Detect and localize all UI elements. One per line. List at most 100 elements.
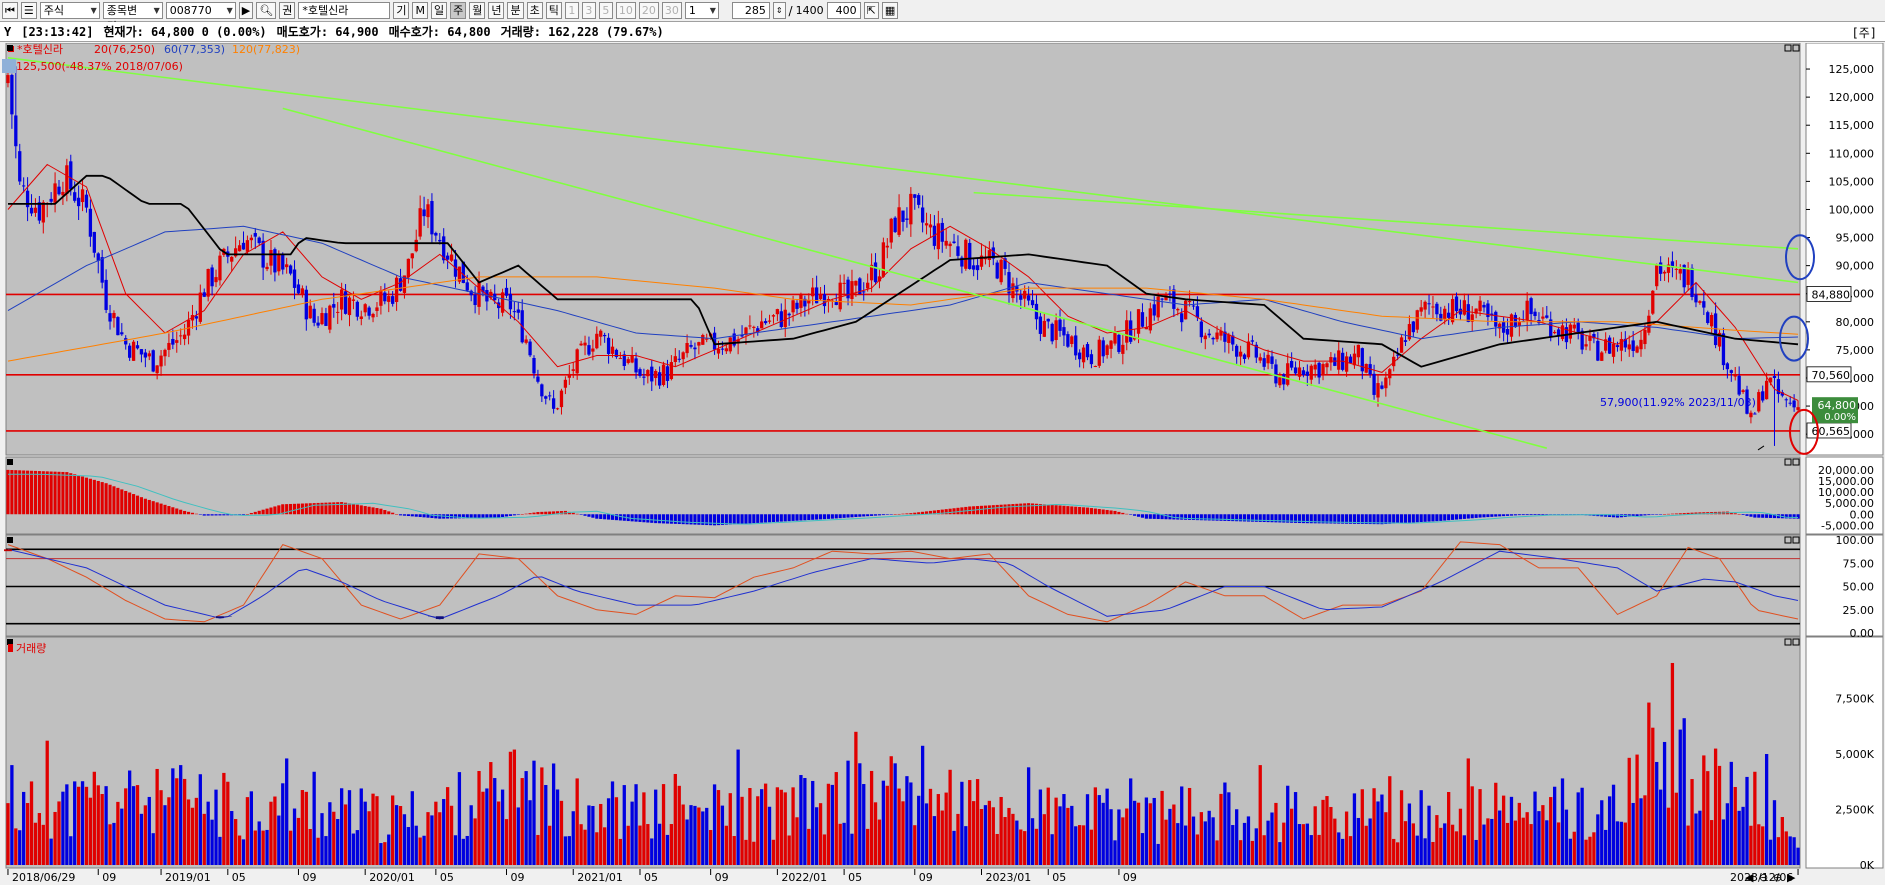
macd-bar	[1745, 514, 1749, 516]
macd-bar	[893, 514, 897, 515]
candle-body	[775, 309, 780, 315]
interval-select[interactable]: 1	[684, 2, 719, 19]
volume-bar	[57, 801, 61, 865]
macd-bar	[540, 511, 544, 515]
volume-bar	[508, 751, 513, 865]
scroll-control-icon[interactable]: ⊖	[1759, 871, 1768, 884]
period-button-3[interactable]: 주	[450, 2, 467, 19]
interval-button-5[interactable]: 30	[661, 2, 682, 19]
volume-bar	[73, 781, 77, 865]
calendar-icon[interactable]: ▦	[881, 2, 899, 19]
candle-body	[426, 204, 430, 218]
volume-bar	[281, 783, 285, 865]
volume-bar	[218, 836, 222, 865]
candle-body	[720, 348, 725, 350]
period-button-5[interactable]: 년	[488, 2, 505, 19]
volume-bar	[567, 836, 571, 865]
volume-bar	[131, 786, 136, 865]
search-icon[interactable]: 🔍︎	[256, 2, 277, 19]
volume-bar	[210, 819, 214, 865]
interval-button-0[interactable]: 1	[564, 2, 579, 19]
volume-bar	[544, 785, 548, 865]
volume-bar	[803, 778, 807, 865]
macd-bar	[881, 514, 885, 516]
candle-body	[194, 316, 199, 319]
interval-button-2[interactable]: 5	[598, 2, 613, 19]
macd-bar	[1019, 503, 1023, 515]
volume-bar	[320, 813, 324, 865]
interval-button-1[interactable]: 3	[581, 2, 596, 19]
candle-body	[1737, 375, 1741, 395]
volume-bar	[1337, 832, 1341, 865]
macd-bar	[897, 513, 901, 515]
scroll-control-icon[interactable]: ⊕	[1773, 871, 1782, 884]
macd-bar	[194, 513, 198, 515]
macd-bar	[414, 514, 418, 517]
count-input[interactable]: 285	[731, 2, 770, 19]
filter-icon[interactable]: Y	[4, 25, 11, 39]
stock-name-field[interactable]: *호텔신라	[298, 2, 391, 19]
nav-first-icon[interactable]: ⏮	[2, 2, 18, 19]
candle-body	[1105, 345, 1109, 355]
change-item-select[interactable]: 종목변경	[102, 2, 163, 33]
macd-bar	[858, 514, 862, 517]
candle-body	[1376, 383, 1380, 398]
volume-bar	[548, 825, 552, 865]
candle-body	[1380, 385, 1384, 389]
scroll-control-icon[interactable]: ◀	[1745, 871, 1754, 884]
volume-bar	[866, 828, 870, 865]
current-change-label: 0.00%	[1824, 412, 1856, 423]
volume-bar	[614, 797, 619, 865]
volume-bar	[940, 810, 944, 865]
volume-bar	[504, 819, 509, 865]
macd-bar	[1757, 514, 1761, 518]
search-label[interactable]: 권	[279, 2, 296, 19]
interval-button-4[interactable]: 20	[638, 2, 659, 19]
volume-bar	[343, 804, 348, 865]
chart-area[interactable]: 60,00065,00070,00075,00080,00085,00090,0…	[0, 43, 1885, 885]
play-icon[interactable]: ▶	[238, 2, 254, 19]
volume-bar	[1427, 805, 1431, 865]
period-button-4[interactable]: 월	[469, 2, 486, 19]
volume-bar	[1686, 825, 1690, 865]
macd-bar	[45, 471, 49, 515]
apply-icon[interactable]: ⇱	[863, 2, 879, 19]
volume-bar	[1372, 788, 1376, 865]
volume-bar	[1505, 822, 1510, 865]
display-count-input[interactable]: 400	[826, 2, 861, 19]
info-bar: Y [23:13:42] 현재가: 64,800 0 (0.00%) 매도호가:…	[0, 22, 1885, 42]
macd-bar	[736, 514, 740, 525]
candle-body	[1651, 290, 1655, 314]
price-y-tick: 105,000	[1829, 175, 1875, 188]
volume-bar	[1753, 771, 1757, 865]
volume-bar	[1046, 787, 1050, 865]
candle-body	[767, 320, 772, 322]
candle-body	[685, 342, 689, 354]
macd-bar	[1435, 514, 1439, 522]
chart-settings-icon[interactable]: ☰	[20, 2, 37, 19]
period-button-7[interactable]: 초	[526, 2, 543, 19]
candle-body	[555, 408, 560, 410]
volume-bar	[167, 797, 171, 865]
volume-bar	[712, 784, 717, 865]
scroll-control-icon[interactable]: ▶	[1787, 871, 1796, 884]
candle-body	[1309, 365, 1313, 380]
count-spinner-icon[interactable]: ⇕	[772, 2, 786, 19]
volume-bar	[795, 817, 799, 865]
period-button-2[interactable]: 일	[430, 2, 448, 19]
x-tick-label: 05	[1052, 871, 1066, 884]
market-type-select[interactable]: 주식	[39, 2, 100, 19]
period-button-6[interactable]: 분	[507, 2, 524, 19]
volume-bar	[1596, 814, 1600, 865]
candle-body	[1733, 374, 1737, 377]
macd-bar	[497, 514, 501, 518]
period-button-1[interactable]: M	[412, 2, 428, 19]
volume-bar	[22, 791, 26, 865]
volume-bar	[469, 805, 473, 865]
period-button-0[interactable]: 기	[393, 2, 410, 19]
candle-body	[924, 223, 929, 226]
volume-bar	[1698, 810, 1702, 865]
interval-button-3[interactable]: 10	[615, 2, 636, 19]
period-button-8[interactable]: 틱	[545, 2, 562, 19]
code-input[interactable]: 008770	[165, 2, 236, 19]
